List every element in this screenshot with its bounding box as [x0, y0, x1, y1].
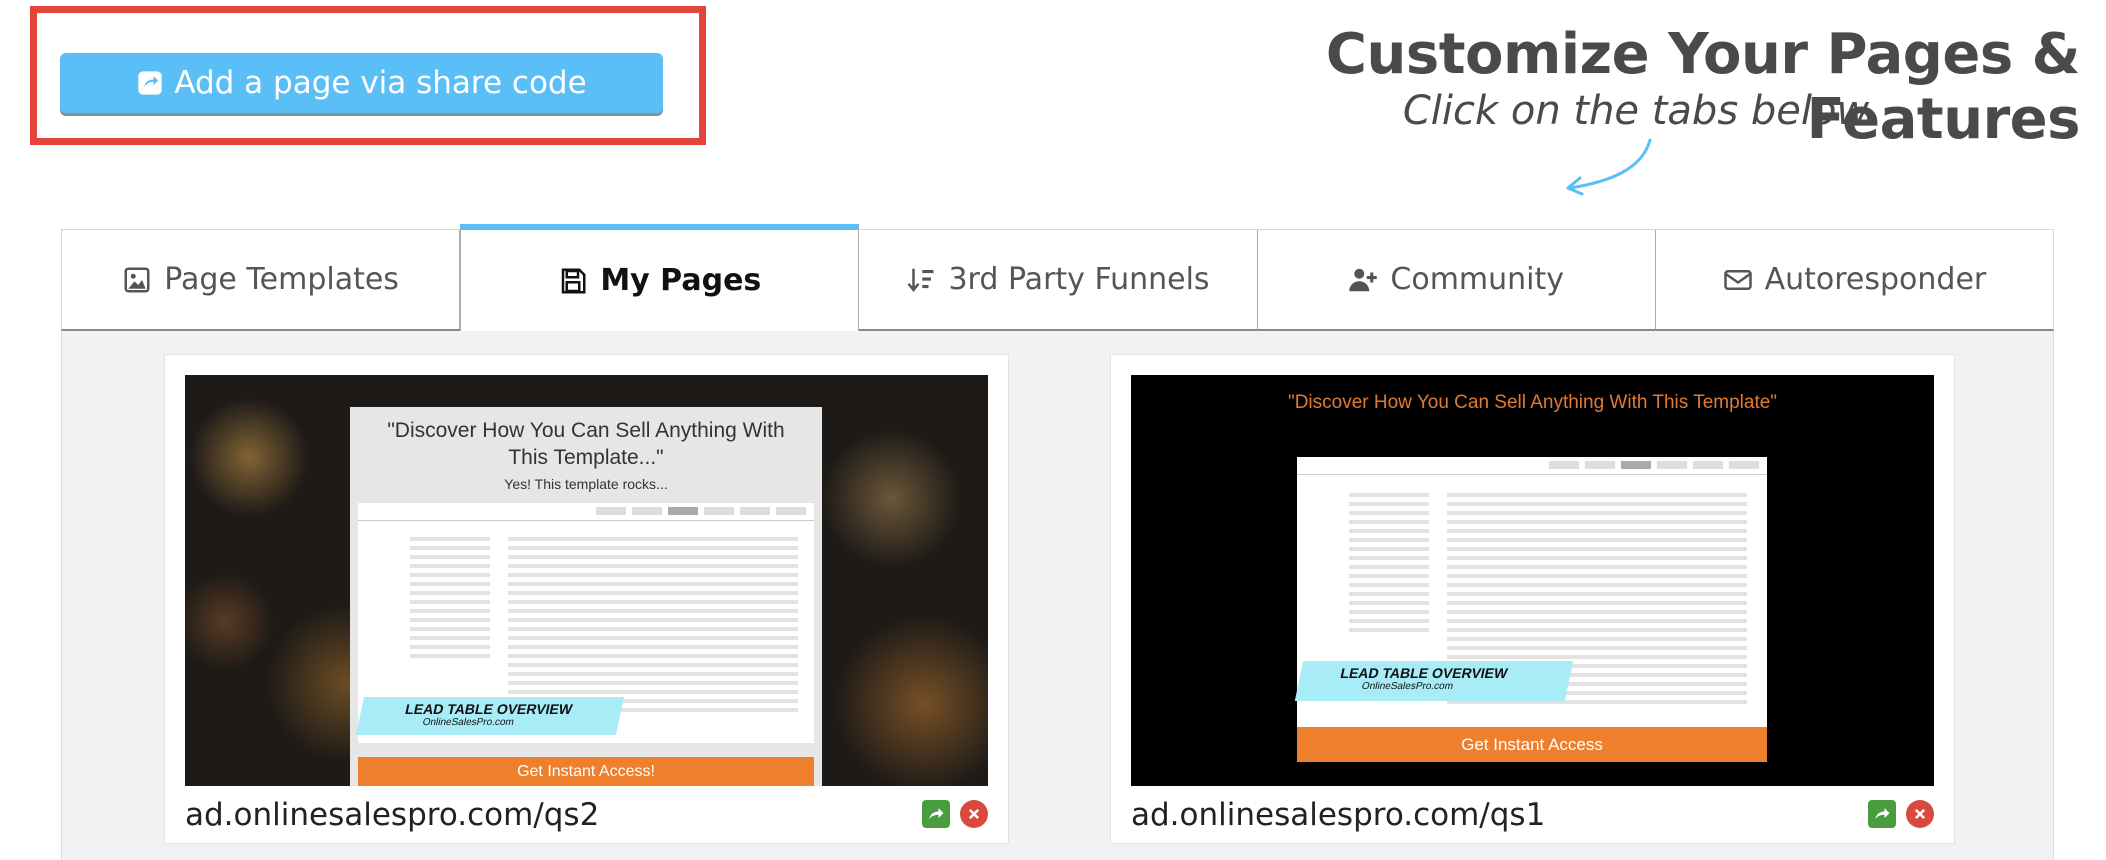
thumbnail-cta: Get Instant Access!: [358, 757, 814, 786]
envelope-icon: [1723, 269, 1752, 290]
tab-label: Community: [1390, 262, 1565, 297]
tab-autoresponder[interactable]: Autoresponder: [1655, 230, 2055, 331]
thumbnail-title: "Discover How You Can Sell Anything With…: [1287, 392, 1778, 413]
thumbnail-subtitle: Yes! This template rocks...: [504, 475, 668, 492]
page-card: "Discover How You Can Sell Anything With…: [1110, 354, 1955, 844]
curved-arrow-icon: [1566, 138, 1652, 196]
user-plus-icon: [1349, 268, 1378, 291]
close-icon: [968, 808, 980, 820]
card-actions: [1868, 800, 1934, 828]
share-button-label: Add a page via share code: [174, 65, 587, 101]
page-thumbnail[interactable]: "Discover How You Can Sell Anything With…: [1131, 375, 1934, 786]
tab-my-pages[interactable]: My Pages: [460, 224, 860, 331]
share-icon: [929, 808, 944, 819]
sort-icon: [907, 268, 934, 292]
floppy-icon: [562, 268, 586, 293]
page-thumbnail[interactable]: "Discover How You Can Sell Anything With…: [185, 375, 988, 786]
thumbnail-ribbon: LEAD TABLE OVERVIEW OnlineSalesPro.com: [1294, 661, 1574, 701]
page-url[interactable]: ad.onlinesalespro.com/qs2: [185, 797, 599, 833]
tab-label: Page Templates: [164, 262, 399, 297]
my-pages-panel: "Discover How You Can Sell Anything With…: [61, 331, 2054, 860]
tab-3rd-party-funnels[interactable]: 3rd Party Funnels: [859, 230, 1258, 331]
tab-label: 3rd Party Funnels: [948, 262, 1210, 297]
tab-page-templates[interactable]: Page Templates: [61, 230, 461, 331]
share-page-button[interactable]: [1868, 800, 1896, 828]
page-url[interactable]: ad.onlinesalespro.com/qs1: [1131, 797, 1545, 833]
thumbnail-ribbon: LEAD TABLE OVERVIEW OnlineSalesPro.com: [355, 697, 625, 735]
tab-community[interactable]: Community: [1257, 230, 1656, 331]
tab-label: My Pages: [600, 263, 762, 298]
share-icon: [1875, 808, 1890, 819]
close-icon: [1914, 808, 1926, 820]
thumbnail-page: "Discover How You Can Sell Anything With…: [350, 407, 822, 786]
page-subtitle: Click on the tabs below: [1402, 88, 1870, 134]
add-page-share-code-button[interactable]: Add a page via share code: [60, 53, 663, 113]
page-card: "Discover How You Can Sell Anything With…: [164, 354, 1009, 844]
image-icon: [124, 267, 150, 292]
thumbnail-title: "Discover How You Can Sell Anything With…: [387, 419, 785, 470]
share-square-icon: [138, 71, 162, 95]
delete-page-button[interactable]: [960, 800, 988, 828]
delete-page-button[interactable]: [1906, 800, 1934, 828]
tab-label: Autoresponder: [1764, 262, 1987, 297]
card-actions: [922, 800, 988, 828]
thumbnail-cta: Get Instant Access: [1297, 727, 1767, 762]
share-page-button[interactable]: [922, 800, 950, 828]
feature-tabs: Page Templates My Pages 3rd Party Funnel…: [61, 224, 2055, 331]
